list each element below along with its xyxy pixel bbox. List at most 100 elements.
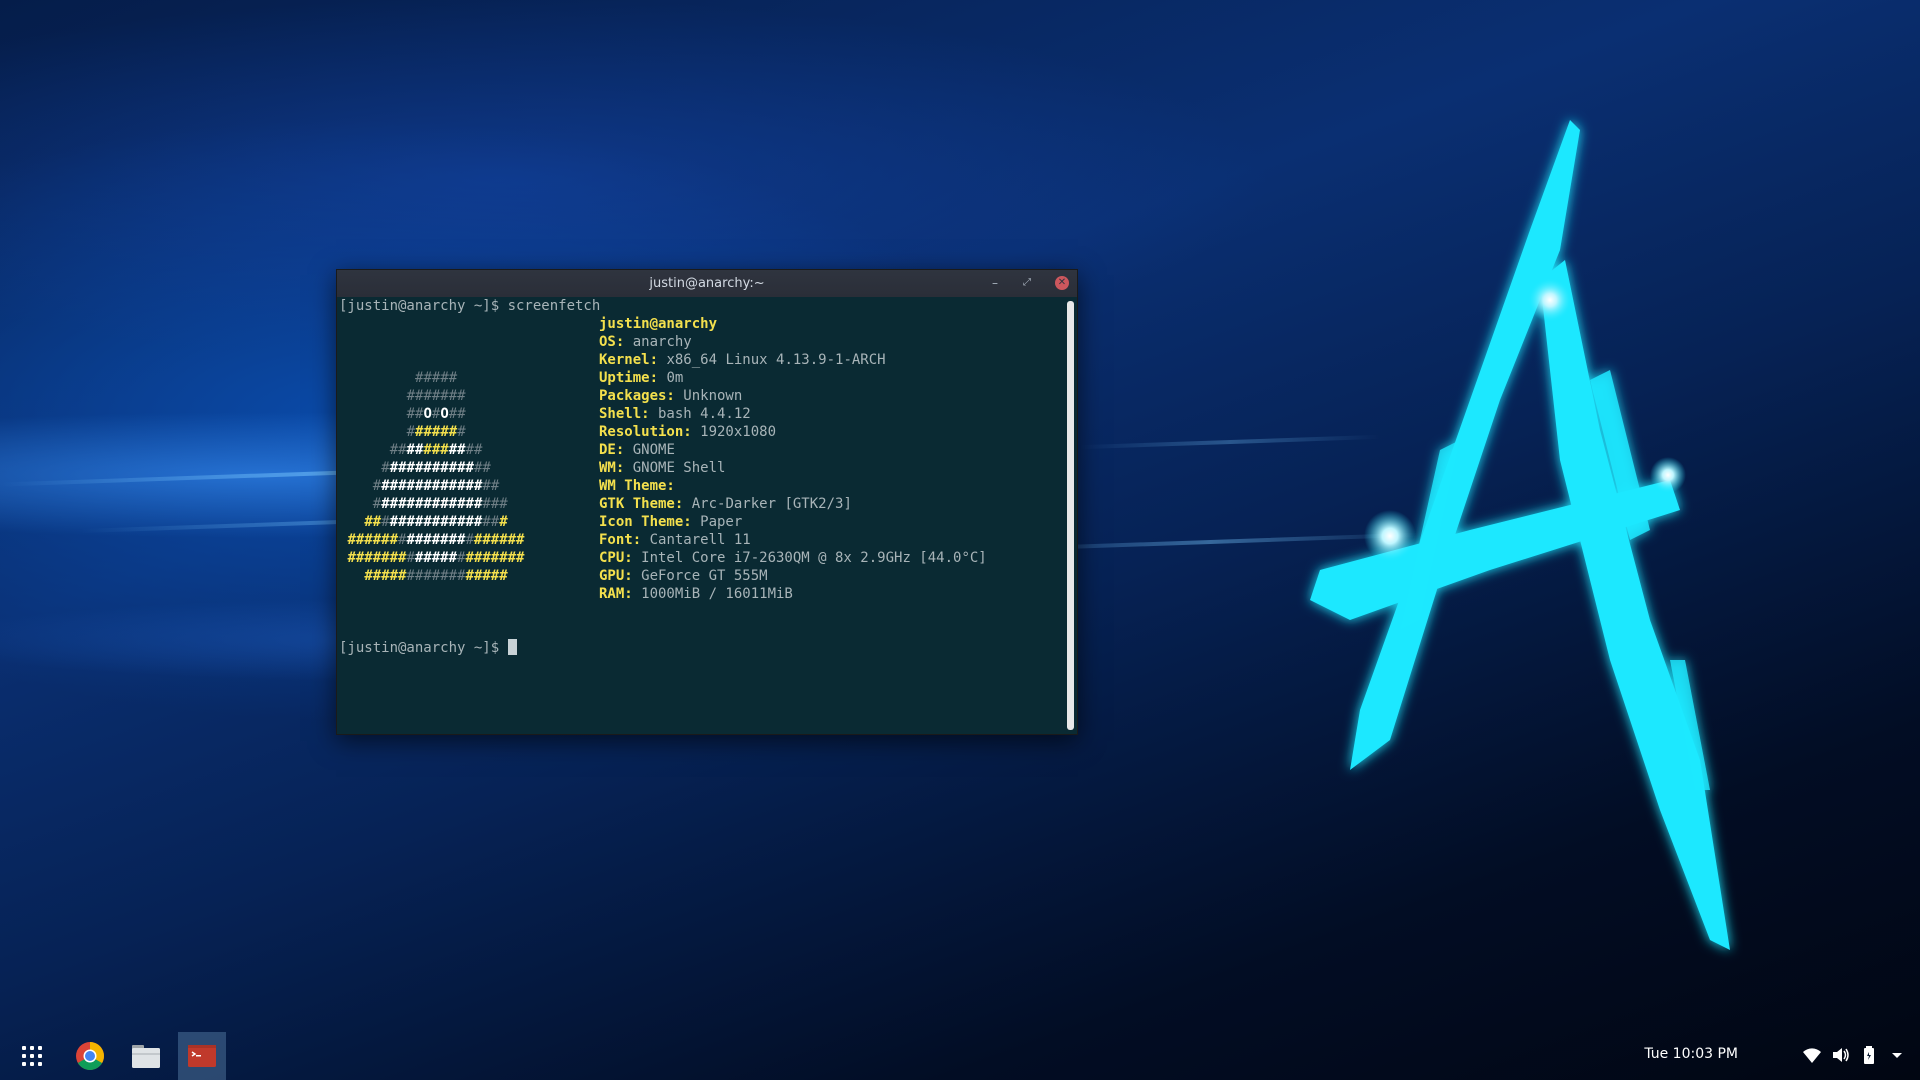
ascii-logo-segment: #######: [465, 550, 525, 566]
info-key: RAM:: [599, 586, 633, 602]
info-value: GeForce GT 555M: [632, 568, 768, 584]
info-value: 0m: [658, 370, 684, 386]
ascii-logo-segment: #: [372, 478, 382, 494]
ascii-logo-line: #######: [407, 387, 466, 405]
info-key: WM Theme:: [599, 478, 675, 494]
clock[interactable]: Tue 10:03 PM: [1644, 1046, 1738, 1062]
ascii-logo-line: ##O#O##: [407, 405, 466, 423]
ascii-logo-segment: #######: [406, 568, 466, 584]
ascii-logo-segment: #######: [406, 532, 466, 548]
chevron-down-icon[interactable]: [1886, 1044, 1908, 1066]
files-button[interactable]: [122, 1032, 170, 1080]
ascii-logo-segment: #: [381, 514, 390, 530]
info-value: 1920x1080: [691, 424, 777, 440]
window-titlebar[interactable]: justin@anarchy:~ – ⤢ ✕: [337, 270, 1077, 297]
ascii-logo-segment: #######: [347, 550, 407, 566]
info-key: GPU:: [599, 568, 633, 584]
close-button[interactable]: ✕: [1055, 276, 1069, 290]
ascii-logo-line: ###############: [373, 477, 499, 495]
info-key: Kernel:: [599, 352, 659, 368]
system-info-row: Icon Theme: Paper: [599, 513, 742, 531]
info-key: OS:: [599, 334, 625, 350]
system-info-row: CPU: Intel Core i7-2630QM @ 8x 2.9GHz [4…: [599, 549, 987, 567]
ascii-logo-segment: #####: [415, 424, 458, 440]
ascii-logo-segment: #####: [364, 568, 407, 584]
info-key: DE:: [599, 442, 625, 458]
ascii-logo-segment: ############: [381, 478, 483, 494]
text-cursor: [507, 639, 517, 655]
ascii-logo-segment: O: [440, 406, 449, 422]
system-info-row: OS: anarchy: [599, 333, 692, 351]
ascii-logo-segment: ##: [364, 514, 382, 530]
ascii-logo-line: ###########: [390, 441, 483, 459]
battery-icon[interactable]: [1858, 1044, 1880, 1066]
anarchy-logo-icon: [1310, 120, 1730, 950]
ascii-logo-segment: ###: [423, 442, 449, 458]
ascii-logo-segment: ##: [448, 406, 466, 422]
info-value: Arc-Darker [GTK2/3]: [683, 496, 852, 512]
ascii-logo-segment: ###: [482, 496, 508, 512]
chrome-icon: [76, 1042, 104, 1070]
app-grid-button[interactable]: [8, 1032, 56, 1080]
ascii-logo-segment: ######: [347, 532, 399, 548]
ascii-logo-segment: ##########: [389, 460, 474, 476]
ascii-logo-segment: ##: [389, 442, 407, 458]
ascii-logo-segment: ##: [473, 460, 491, 476]
active-prompt-line[interactable]: [justin@anarchy ~]$: [339, 639, 517, 657]
info-value: Cantarell 11: [641, 532, 751, 548]
ascii-logo-segment: ##: [482, 478, 500, 494]
info-value: GNOME: [624, 442, 675, 458]
scrollbar-thumb[interactable]: [1067, 301, 1074, 730]
ascii-logo-line: #####################: [347, 549, 524, 567]
chrome-button[interactable]: [66, 1032, 114, 1080]
ascii-logo-line: #################: [364, 567, 507, 585]
ascii-logo-segment: #: [381, 460, 390, 476]
ascii-logo-segment: #: [457, 424, 466, 440]
grid-icon: [22, 1046, 42, 1066]
info-value: x86_64 Linux 4.13.9-1-ARCH: [658, 352, 886, 368]
ascii-logo-segment: ##: [448, 442, 466, 458]
system-info-row: Resolution: 1920x1080: [599, 423, 776, 441]
info-value: Unknown: [674, 388, 743, 404]
command-prompt-line: [justin@anarchy ~]$ screenfetch: [339, 298, 601, 314]
info-key: Shell:: [599, 406, 650, 422]
system-info-row: Uptime: 0m: [599, 369, 683, 387]
window-title: justin@anarchy:~: [649, 276, 765, 291]
system-info-row: RAM: 1000MiB / 16011MiB: [599, 585, 793, 603]
terminal-output[interactable]: [justin@anarchy ~]$ screenfetch ##### ###…: [337, 297, 1065, 734]
info-value: bash 4.4.12: [649, 406, 751, 422]
wifi-icon[interactable]: [1801, 1044, 1823, 1066]
scrollbar[interactable]: [1065, 297, 1077, 734]
info-value: 1000MiB / 16011MiB: [632, 586, 793, 602]
folder-icon: [132, 1045, 160, 1068]
ascii-logo-segment: #: [406, 424, 416, 440]
terminal-window[interactable]: justin@anarchy:~ – ⤢ ✕ [justin@anarchy ~…: [336, 269, 1078, 735]
ascii-logo-segment: ##: [406, 406, 424, 422]
ascii-logo-segment: #: [465, 532, 474, 548]
ascii-logo-segment: #####: [465, 568, 508, 584]
minimize-button[interactable]: –: [987, 275, 1003, 291]
info-key: Icon Theme:: [599, 514, 692, 530]
ascii-logo-segment: #####: [415, 370, 458, 386]
ascii-logo-line: #################: [364, 513, 507, 531]
system-info-row: Packages: Unknown: [599, 387, 742, 405]
info-value: anarchy: [624, 334, 692, 350]
system-info-row: Shell: bash 4.4.12: [599, 405, 751, 423]
desktop-wallpaper: justin@anarchy:~ – ⤢ ✕ [justin@anarchy ~…: [0, 0, 1920, 1080]
terminal-task-button[interactable]: [178, 1032, 226, 1080]
ascii-logo-segment: ##: [482, 514, 500, 530]
ascii-logo-line: #####################: [347, 531, 524, 549]
info-key: Font:: [599, 532, 642, 548]
system-info-row: WM: GNOME Shell: [599, 459, 725, 477]
user-host-header: justin@anarchy: [599, 316, 718, 332]
info-key: WM:: [599, 460, 625, 476]
maximize-button[interactable]: ⤢: [1019, 275, 1035, 291]
info-value: GNOME Shell: [624, 460, 726, 476]
volume-icon[interactable]: [1830, 1044, 1852, 1066]
system-info-row: Kernel: x86_64 Linux 4.13.9-1-ARCH: [599, 351, 886, 369]
ascii-logo-line: #############: [381, 459, 491, 477]
info-value: Intel Core i7-2630QM @ 8x 2.9GHz [44.0°C…: [632, 550, 987, 566]
system-info-row: DE: GNOME: [599, 441, 675, 459]
ascii-logo-segment: #####: [414, 550, 458, 566]
info-key: Resolution:: [599, 424, 692, 440]
